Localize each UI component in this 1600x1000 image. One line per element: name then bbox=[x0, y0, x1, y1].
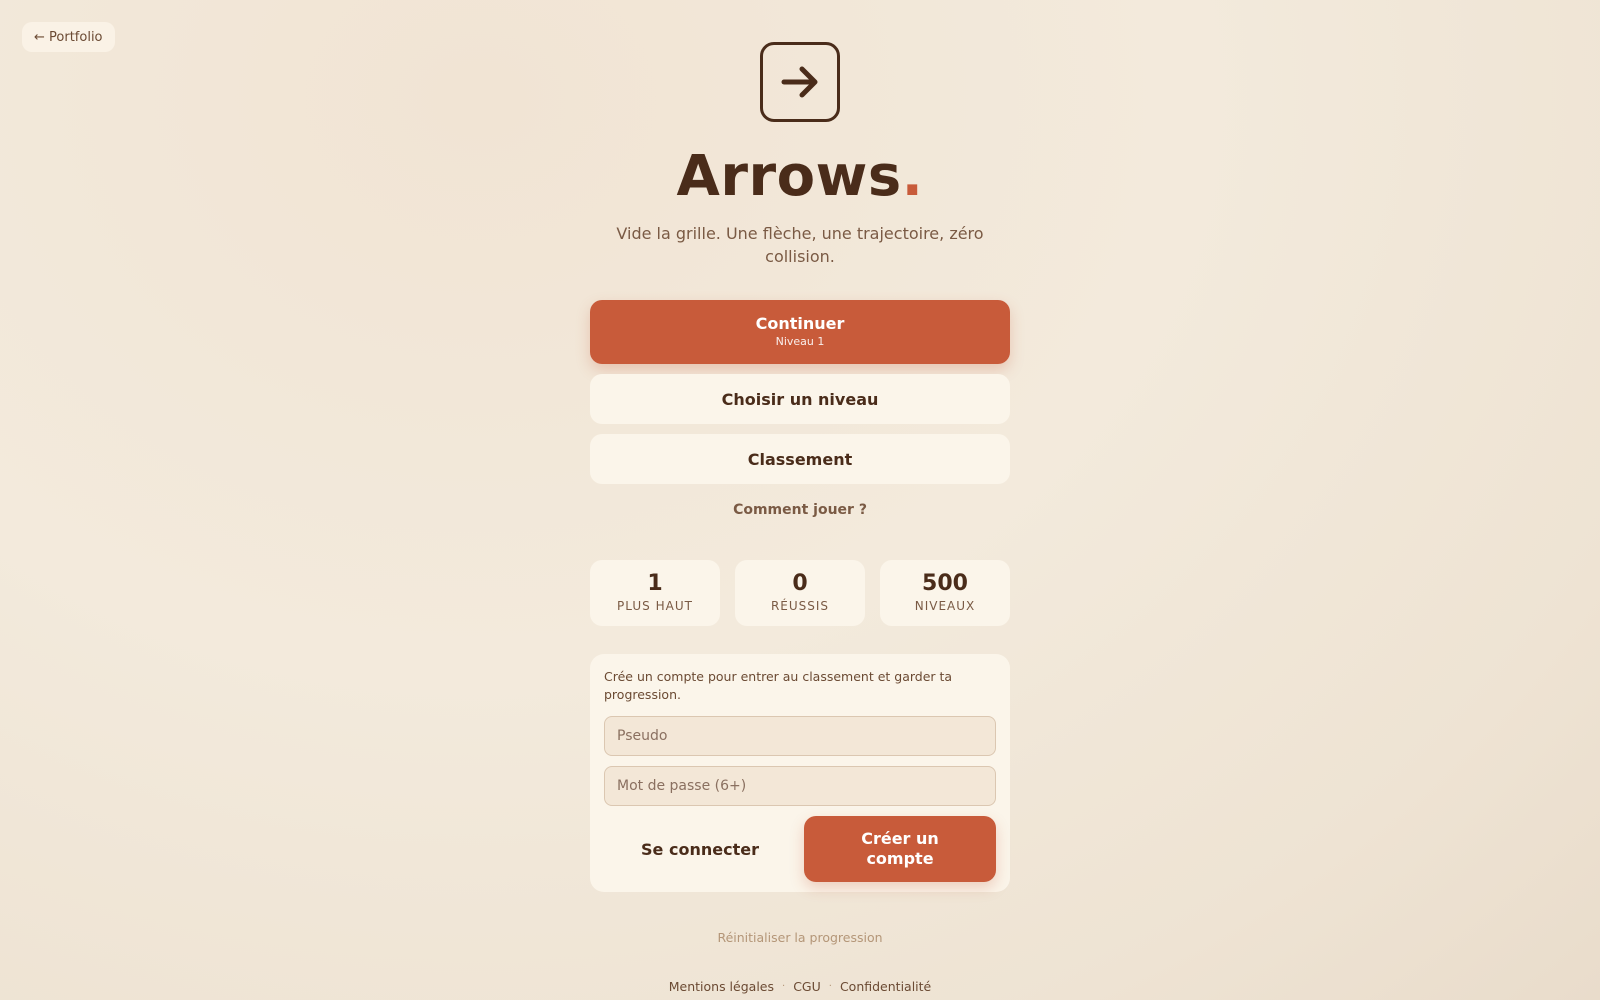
privacy-link[interactable]: Confidentialité bbox=[840, 979, 931, 994]
account-card: Crée un compte pour entrer au classement… bbox=[590, 654, 1010, 892]
stat-label: RÉUSSIS bbox=[770, 599, 830, 613]
title-dot: . bbox=[901, 144, 924, 209]
stat-value: 500 bbox=[922, 571, 968, 596]
username-input[interactable] bbox=[604, 716, 996, 756]
arrow-right-icon bbox=[760, 42, 840, 122]
stat-label: PLUS HAUT bbox=[617, 599, 693, 613]
login-button[interactable]: Se connecter bbox=[604, 816, 796, 882]
terms-link[interactable]: CGU bbox=[793, 979, 821, 994]
stat-value: 0 bbox=[792, 571, 808, 596]
account-actions: Se connecter Créer un compte bbox=[604, 816, 996, 882]
continue-label: Continuer bbox=[755, 314, 845, 333]
stat-levels: 500 NIVEAUX bbox=[880, 560, 1010, 626]
continue-button[interactable]: Continuer Niveau 1 bbox=[590, 300, 1010, 364]
back-to-portfolio-link[interactable]: ← Portfolio bbox=[22, 22, 115, 52]
tagline: Vide la grille. Une flèche, une trajecto… bbox=[616, 224, 984, 266]
legal-notice-link[interactable]: Mentions légales bbox=[669, 979, 774, 994]
app-title: Arrows. bbox=[676, 144, 924, 209]
stat-completed: 0 RÉUSSIS bbox=[735, 560, 865, 626]
create-account-button[interactable]: Créer un compte bbox=[804, 816, 996, 882]
how-to-play-link[interactable]: Comment jouer ? bbox=[733, 502, 867, 518]
footer: Mentions légales · CGU · Confidentialité bbox=[669, 979, 932, 994]
stat-value: 1 bbox=[647, 571, 663, 596]
footer-separator: · bbox=[828, 981, 832, 992]
password-input[interactable] bbox=[604, 766, 996, 806]
continue-level: Niveau 1 bbox=[775, 335, 825, 348]
stat-highest: 1 PLUS HAUT bbox=[590, 560, 720, 626]
stat-label: NIVEAUX bbox=[914, 599, 976, 613]
account-intro: Crée un compte pour entrer au classement… bbox=[604, 669, 953, 702]
reset-progress-link[interactable]: Réinitialiser la progression bbox=[717, 930, 882, 945]
footer-separator: · bbox=[782, 981, 786, 992]
leaderboard-button[interactable]: Classement bbox=[590, 434, 1010, 484]
choose-level-button[interactable]: Choisir un niveau bbox=[590, 374, 1010, 424]
stats-row: 1 PLUS HAUT 0 RÉUSSIS 500 NIVEAUX bbox=[590, 560, 1010, 626]
main-column: Arrows. Vide la grille. Une flèche, une … bbox=[590, 0, 1010, 994]
